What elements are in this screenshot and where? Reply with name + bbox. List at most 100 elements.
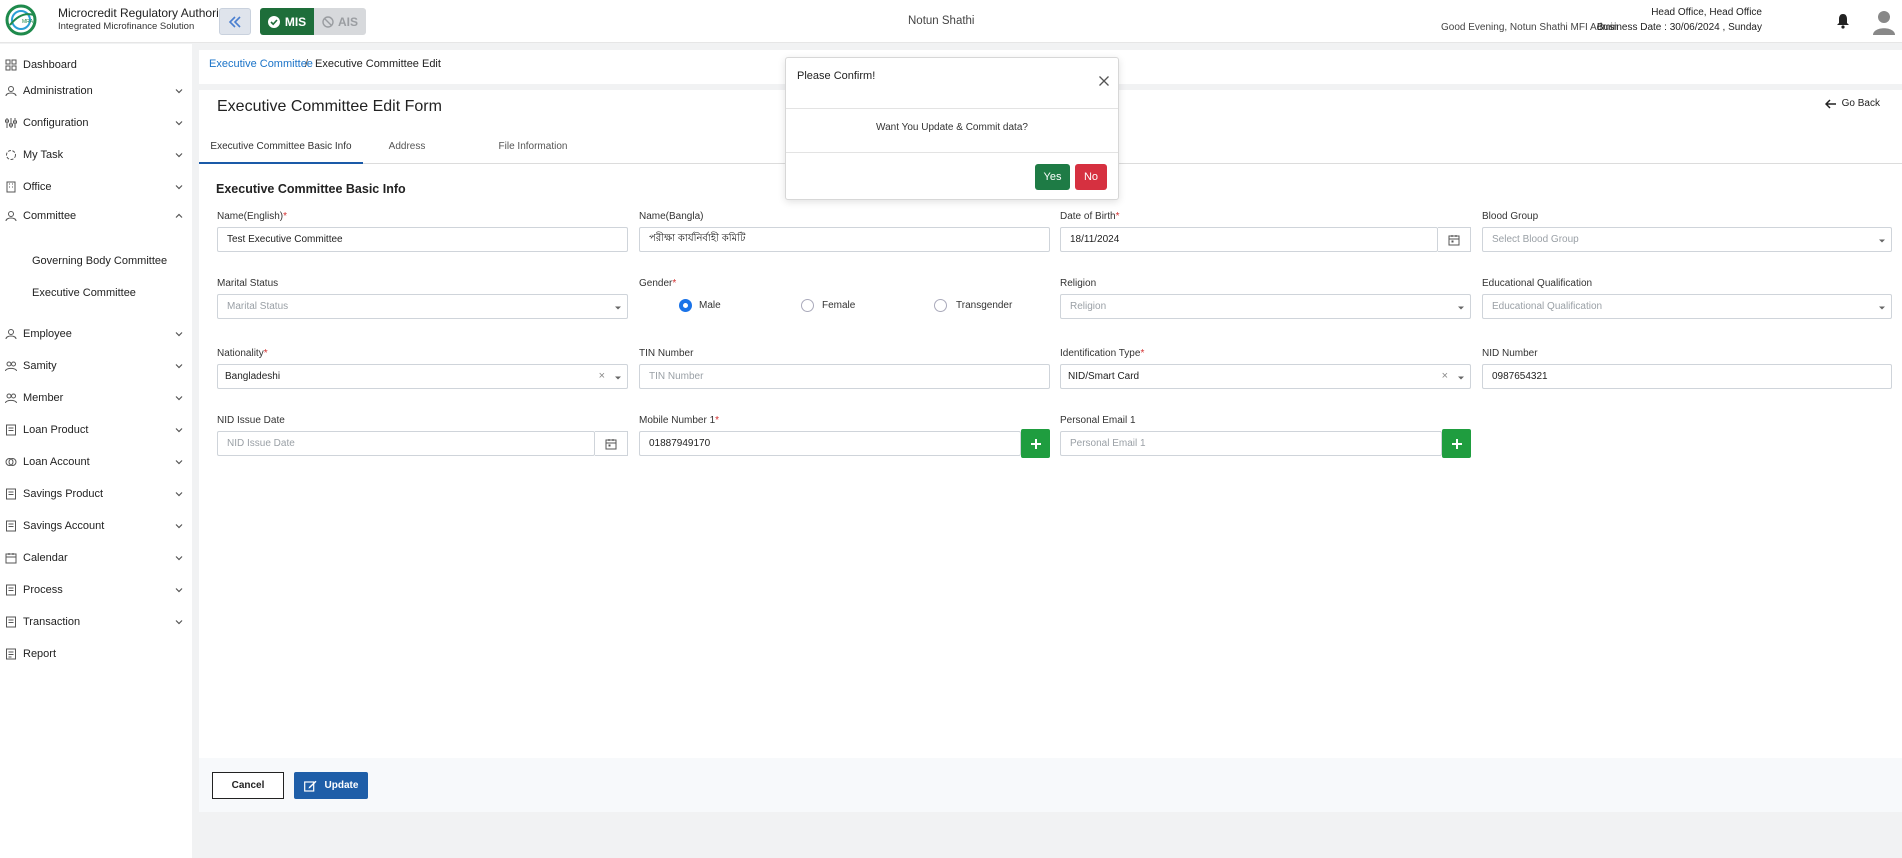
mobile1-label: Mobile Number 1* xyxy=(639,415,720,426)
sidebar-item-transaction[interactable]: Transaction xyxy=(0,609,192,635)
sidebar-item-process[interactable]: Process xyxy=(0,577,192,603)
collapse-sidebar-button[interactable] xyxy=(219,8,251,35)
report-icon xyxy=(6,648,16,660)
sidebar-item-label: Employee xyxy=(23,328,72,340)
name-bangla-input[interactable]: পরীক্ষা কার্যনির্বাহী কমিটি xyxy=(639,227,1050,252)
dob-input[interactable]: 18/11/2024 xyxy=(1060,227,1438,252)
greeting-text: Good Evening, Notun Shathi MFI Admin xyxy=(1441,22,1619,33)
sidebar-item-report[interactable]: Report xyxy=(0,641,192,667)
religion-placeholder: Religion xyxy=(1070,301,1107,312)
sidebar-item-label: Calendar xyxy=(23,552,68,564)
nid-issue-date-calendar-button[interactable] xyxy=(595,431,628,456)
go-back-label: Go Back xyxy=(1841,98,1880,109)
notification-bell-icon[interactable] xyxy=(1836,13,1850,29)
go-back-button[interactable]: Go Back xyxy=(1824,98,1880,109)
nid-issue-date-input[interactable]: NID Issue Date xyxy=(217,431,595,456)
plus-icon xyxy=(1451,438,1462,449)
sidebar-subitem-governing-body[interactable]: Governing Body Committee xyxy=(32,255,167,267)
gender-label: Gender* xyxy=(639,278,677,289)
dialog-divider xyxy=(786,152,1118,153)
sidebar-item-label: Dashboard xyxy=(23,59,77,71)
dob-calendar-button[interactable] xyxy=(1438,227,1471,252)
mobile1-input[interactable]: 01887949170 xyxy=(639,431,1021,456)
sidebar-item-savings-account[interactable]: Savings Account xyxy=(0,513,192,539)
tab-address[interactable]: Address xyxy=(380,134,434,164)
close-icon[interactable] xyxy=(1098,75,1110,87)
education-select[interactable]: Educational Qualification xyxy=(1482,294,1892,319)
chevron-down-icon xyxy=(175,396,183,401)
ban-icon xyxy=(322,15,334,28)
caret-down-icon xyxy=(615,376,621,380)
committee-icon xyxy=(5,211,17,222)
top-header: MRA Microcredit Regulatory Authority Int… xyxy=(0,0,1902,43)
email1-input[interactable]: Personal Email 1 xyxy=(1060,431,1442,456)
cancel-button[interactable]: Cancel xyxy=(212,772,284,799)
tin-input[interactable]: TIN Number xyxy=(639,364,1050,389)
dialog-divider xyxy=(786,108,1118,109)
gender-male-radio[interactable] xyxy=(679,299,692,312)
no-button[interactable]: No xyxy=(1075,164,1107,190)
sidebar-subitem-executive-committee[interactable]: Executive Committee xyxy=(32,287,136,299)
nid-number-input[interactable]: 0987654321 xyxy=(1482,364,1892,389)
marital-status-select[interactable]: Marital Status xyxy=(217,294,628,319)
double-chevron-left-icon xyxy=(228,15,241,28)
sidebar-item-committee[interactable]: Committee xyxy=(0,203,192,229)
gender-transgender-radio[interactable] xyxy=(934,299,947,312)
sidebar-item-label: Configuration xyxy=(23,117,89,129)
chevron-down-icon xyxy=(175,428,183,433)
calendar-icon xyxy=(605,438,617,449)
sidebar-item-label: Process xyxy=(23,584,63,596)
savings-account-icon xyxy=(6,520,16,532)
sidebar-item-loan-product[interactable]: Loan Product xyxy=(0,417,192,443)
sidebar-item-my-task[interactable]: My Task xyxy=(0,142,192,168)
dialog-title: Please Confirm! xyxy=(797,70,876,82)
dashboard-icon xyxy=(5,59,17,71)
sidebar-item-savings-product[interactable]: Savings Product xyxy=(0,481,192,507)
tab-basic-info[interactable]: Executive Committee Basic Info xyxy=(199,134,363,164)
business-date: Business Date : 30/06/2024 , Sunday xyxy=(1596,22,1762,33)
config-icon xyxy=(5,118,17,128)
name-bangla-label: Name(Bangla) xyxy=(639,211,704,222)
blood-group-label: Blood Group xyxy=(1482,211,1539,222)
user-avatar-icon[interactable] xyxy=(1872,9,1896,35)
blood-group-select[interactable]: Select Blood Group xyxy=(1482,227,1892,252)
chevron-down-icon xyxy=(175,620,183,625)
id-type-select[interactable]: NID/Smart Card × xyxy=(1060,364,1471,389)
mode-mis-button[interactable]: MIS xyxy=(260,8,314,35)
add-mobile-button[interactable] xyxy=(1021,429,1050,458)
yes-button[interactable]: Yes xyxy=(1035,164,1070,190)
sidebar-item-samity[interactable]: Samity xyxy=(0,353,192,379)
org-name: Notun Shathi xyxy=(908,15,975,27)
sidebar-item-label: Member xyxy=(23,392,64,404)
sidebar-item-calendar[interactable]: Calendar xyxy=(0,545,192,571)
sidebar-item-loan-account[interactable]: Loan Account xyxy=(0,449,192,475)
update-button[interactable]: Update xyxy=(294,772,368,799)
sidebar-item-member[interactable]: Member xyxy=(0,385,192,411)
gender-female-radio[interactable] xyxy=(801,299,814,312)
chevron-down-icon xyxy=(175,364,183,369)
add-email-button[interactable] xyxy=(1442,429,1471,458)
blood-group-placeholder: Select Blood Group xyxy=(1492,234,1579,245)
caret-down-icon xyxy=(615,306,621,310)
id-type-value: NID/Smart Card xyxy=(1068,371,1140,382)
chevron-down-icon xyxy=(175,89,183,94)
clear-icon[interactable]: × xyxy=(1442,370,1448,382)
mode-ais-button[interactable]: AIS xyxy=(314,8,366,35)
dialog-message: Want You Update & Commit data? xyxy=(876,122,1028,133)
nationality-select[interactable]: Bangladeshi × xyxy=(217,364,628,389)
caret-down-icon xyxy=(1458,376,1464,380)
sidebar-item-configuration[interactable]: Configuration xyxy=(0,110,192,136)
sidebar-item-dashboard[interactable]: Dashboard xyxy=(0,52,192,78)
tab-file-information[interactable]: File Information xyxy=(477,134,589,164)
sidebar-item-administration[interactable]: Administration xyxy=(0,78,192,104)
sidebar-item-office[interactable]: Office xyxy=(0,174,192,200)
religion-select[interactable]: Religion xyxy=(1060,294,1471,319)
mra-logo-icon: MRA xyxy=(5,4,37,36)
member-icon xyxy=(5,393,17,404)
clear-icon[interactable]: × xyxy=(599,370,605,382)
sidebar-item-employee[interactable]: Employee xyxy=(0,321,192,347)
sidebar-item-label: Loan Account xyxy=(23,456,90,468)
name-english-input[interactable]: Test Executive Committee xyxy=(217,227,628,252)
breadcrumb-link-executive-committee[interactable]: Executive Committee xyxy=(209,58,313,70)
chevron-up-icon xyxy=(175,213,183,218)
